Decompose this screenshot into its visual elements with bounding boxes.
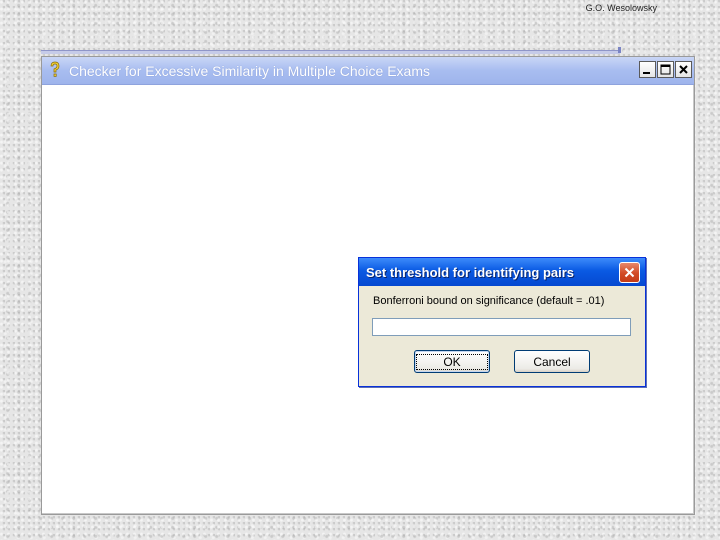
background-window-marker	[618, 47, 621, 53]
cancel-button[interactable]: Cancel	[514, 350, 590, 373]
close-icon	[624, 267, 635, 278]
close-button[interactable]	[675, 61, 692, 78]
help-icon	[47, 61, 63, 79]
dialog-titlebar[interactable]: Set threshold for identifying pairs	[359, 258, 645, 286]
threshold-dialog: Set threshold for identifying pairs Bonf…	[358, 257, 646, 387]
main-window-title: Checker for Excessive Similarity in Mult…	[69, 63, 430, 79]
ok-button-label: OK	[416, 353, 488, 370]
maximize-button[interactable]	[657, 61, 674, 78]
author-credit: G.O. Wesolowsky	[585, 3, 657, 13]
significance-input[interactable]	[372, 318, 631, 336]
background-window-edge	[41, 50, 620, 54]
maximize-icon	[660, 64, 671, 75]
minimize-icon	[643, 72, 650, 74]
ok-button[interactable]: OK	[414, 350, 490, 373]
minimize-button[interactable]	[639, 61, 656, 78]
close-icon	[679, 65, 688, 74]
dialog-title: Set threshold for identifying pairs	[366, 265, 575, 280]
main-titlebar[interactable]: Checker for Excessive Similarity in Mult…	[42, 57, 694, 85]
dialog-close-button[interactable]	[619, 262, 640, 283]
significance-prompt: Bonferroni bound on significance (defaul…	[373, 295, 605, 307]
